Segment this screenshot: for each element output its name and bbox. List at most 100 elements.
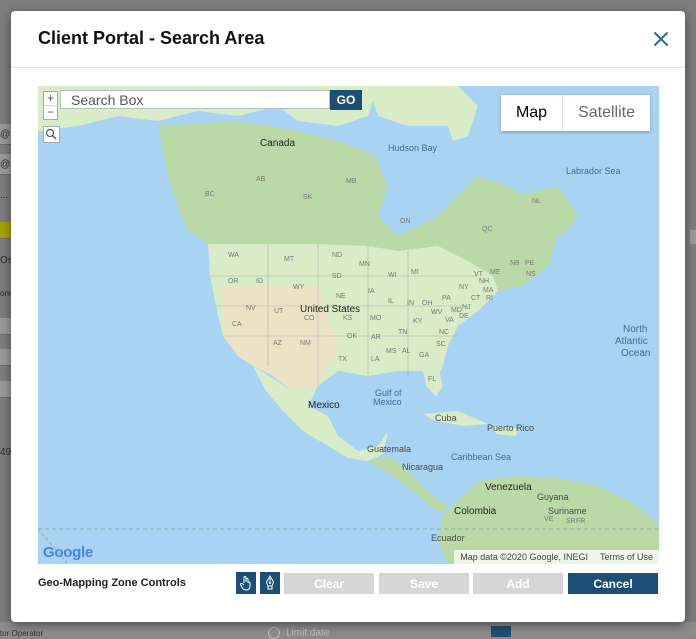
- go-button[interactable]: GO: [330, 90, 362, 110]
- pen-icon[interactable]: [260, 572, 280, 594]
- map-label: VT: [474, 271, 483, 278]
- map-label: SK: [303, 194, 313, 201]
- map-label: CO: [304, 315, 315, 322]
- bg-snippet: 49: [0, 447, 12, 458]
- map-label: North: [623, 324, 648, 335]
- map-label: VE: [544, 516, 554, 523]
- bg-snippet: ...: [0, 190, 9, 201]
- map-label: MN: [359, 261, 370, 268]
- map-attribution: Map data ©2020 Google, INEGI Terms of Us…: [454, 550, 659, 564]
- map-label: CT: [471, 295, 481, 302]
- map-label: AZ: [273, 340, 282, 347]
- map-label: Ocean: [621, 348, 651, 359]
- map-label: TX: [338, 356, 347, 363]
- bg-calendar-icon: [491, 626, 511, 637]
- map-label: MB: [346, 178, 357, 185]
- map-type-map[interactable]: Map: [501, 95, 562, 131]
- map-label: NB: [510, 260, 520, 267]
- map-type-toggle: Map Satellite: [500, 95, 650, 131]
- bg-bottom-bar: [0, 622, 696, 637]
- map-label: Venezuela: [485, 482, 532, 493]
- save-button[interactable]: Save: [379, 573, 469, 594]
- map-label: SC: [436, 341, 446, 348]
- map-view[interactable]: + − GO Map Satellite Hudson Bay Labrador…: [38, 86, 659, 564]
- map-label: SD: [332, 273, 342, 280]
- map-label: NY: [459, 284, 469, 291]
- map-label: QC: [482, 226, 493, 233]
- map-label: Cuba: [435, 413, 457, 423]
- map-label: NM: [300, 340, 311, 347]
- close-icon[interactable]: [651, 29, 671, 49]
- map-label: NL: [532, 198, 541, 205]
- map-label: PA: [442, 295, 451, 302]
- map-label: IA: [368, 288, 375, 295]
- map-label: ME: [490, 269, 501, 276]
- map-label: IL: [388, 298, 394, 305]
- map-label: NS: [526, 271, 536, 278]
- map-label: GA: [419, 352, 430, 359]
- map-type-satellite[interactable]: Satellite: [562, 95, 650, 131]
- map-label: ID: [256, 278, 263, 285]
- map-label: UT: [274, 308, 284, 315]
- map-label: NC: [439, 329, 450, 336]
- map-label: FR: [576, 518, 586, 525]
- map-label: Caribbean Sea: [451, 452, 512, 462]
- map-label: TN: [398, 329, 408, 336]
- terms-link[interactable]: Terms of Use: [600, 552, 653, 562]
- hand-icon[interactable]: [236, 572, 256, 594]
- google-logo: Google: [43, 544, 93, 561]
- map-label: VA: [445, 317, 454, 324]
- map-label: BC: [205, 191, 215, 198]
- map-label: Guyana: [537, 492, 569, 502]
- map-label: IN: [407, 300, 414, 307]
- map-label: Canada: [260, 138, 296, 149]
- attribution-text: Map data ©2020 Google, INEGI: [460, 552, 588, 562]
- zoom-in-button[interactable]: +: [44, 92, 57, 106]
- dialog-title: Client Portal - Search Area: [38, 28, 265, 48]
- map-label: Puerto Rico: [487, 423, 535, 433]
- cancel-button[interactable]: Cancel: [568, 573, 658, 594]
- map-label: ON: [400, 218, 411, 225]
- map-label: Mexico: [308, 400, 340, 411]
- zoom-controls: + −: [43, 91, 58, 120]
- map-label: RI: [486, 295, 493, 302]
- map-label: MS: [386, 348, 397, 355]
- map-label: KY: [413, 318, 423, 325]
- map-label: SR: [566, 518, 576, 525]
- map-label: FL: [428, 376, 437, 383]
- map-label: CA: [232, 321, 242, 328]
- map-label: OH: [422, 300, 433, 307]
- map-label: Suriname: [548, 506, 587, 516]
- map-label: Hudson Bay: [388, 143, 438, 153]
- map-label: LA: [371, 356, 380, 363]
- map-label: KS: [343, 315, 353, 322]
- clear-button[interactable]: Clear: [284, 573, 374, 594]
- map-label: MT: [284, 256, 295, 263]
- map-label: AL: [402, 348, 411, 355]
- map-label: NE: [336, 293, 346, 300]
- map-label: AB: [256, 176, 266, 183]
- map-label: Labrador Sea: [566, 166, 621, 176]
- map-label: WA: [228, 252, 240, 259]
- zoom-out-button[interactable]: −: [44, 106, 57, 119]
- map-label: Guatemala: [367, 444, 412, 454]
- bg-limit-date: Limit date: [268, 627, 329, 639]
- map-label: WV: [431, 309, 443, 316]
- map-label: DE: [459, 313, 469, 320]
- zoom-box-icon[interactable]: [43, 126, 60, 143]
- map-label: United States: [300, 304, 361, 315]
- map-search-input[interactable]: [60, 90, 330, 109]
- map-label: MO: [370, 315, 382, 322]
- map-label: PE: [525, 260, 535, 267]
- map-label: Atlantic: [615, 336, 648, 347]
- map-label: Mexico: [373, 397, 402, 407]
- map-label: MI: [411, 269, 419, 276]
- add-button[interactable]: Add: [473, 573, 563, 594]
- map-label: Colombia: [454, 506, 497, 517]
- map-label: NV: [246, 305, 256, 312]
- map-label: OR: [228, 278, 239, 285]
- search-area-dialog: Client Portal - Search Area + − Search B…: [11, 11, 685, 622]
- map-label: NH: [479, 278, 490, 285]
- map-label: WY: [293, 284, 305, 291]
- map-label: MA: [483, 287, 494, 294]
